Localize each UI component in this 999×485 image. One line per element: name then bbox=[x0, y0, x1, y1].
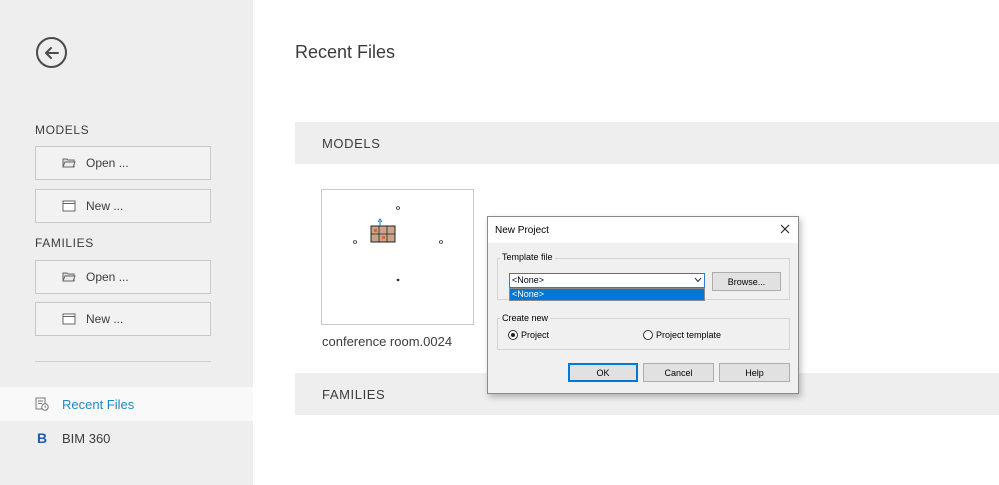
sidebar: MODELS Open ... New ... FAMILIES Open ..… bbox=[0, 0, 253, 485]
families-new-button[interactable]: New ... bbox=[35, 302, 211, 336]
radio-project-template[interactable]: Project template bbox=[643, 330, 721, 340]
sidebar-item-recent-files[interactable]: Recent Files bbox=[0, 387, 253, 421]
recent-model-name[interactable]: conference room.0024 bbox=[322, 334, 452, 349]
page-title: Recent Files bbox=[295, 42, 396, 62]
sidebar-item-label: BIM 360 bbox=[62, 430, 111, 446]
models-new-button[interactable]: New ... bbox=[35, 189, 211, 223]
close-icon[interactable] bbox=[778, 222, 792, 236]
arrow-left-icon bbox=[45, 46, 59, 59]
template-option[interactable]: <None> bbox=[510, 289, 704, 300]
cancel-button[interactable]: Cancel bbox=[643, 363, 714, 382]
recent-files-icon bbox=[35, 397, 49, 411]
radio-indicator bbox=[643, 330, 653, 340]
families-open-label: Open ... bbox=[86, 270, 129, 284]
new-file-icon bbox=[62, 200, 76, 212]
radio-indicator bbox=[508, 330, 518, 340]
models-open-label: Open ... bbox=[86, 156, 129, 170]
bim360-icon: B bbox=[36, 430, 48, 446]
dialog-titlebar[interactable]: New Project bbox=[488, 217, 798, 243]
radio-project[interactable]: Project bbox=[508, 330, 549, 340]
revit-home-screen: MODELS Open ... New ... FAMILIES Open ..… bbox=[0, 0, 999, 485]
dialog-title: New Project bbox=[495, 225, 549, 236]
model-preview-image bbox=[352, 206, 444, 282]
sidebar-item-bim360[interactable]: B BIM 360 bbox=[0, 421, 253, 455]
families-heading: FAMILIES bbox=[35, 236, 94, 250]
sidebar-divider bbox=[35, 361, 211, 362]
chevron-down-icon bbox=[694, 277, 702, 283]
models-new-label: New ... bbox=[86, 199, 124, 213]
radio-project-label: Project bbox=[521, 330, 550, 340]
families-open-button[interactable]: Open ... bbox=[35, 260, 211, 294]
template-file-select[interactable]: <None> bbox=[509, 273, 705, 288]
recent-model-thumbnail[interactable] bbox=[321, 189, 474, 325]
template-file-value: <None> bbox=[512, 275, 545, 285]
back-button[interactable] bbox=[36, 37, 67, 68]
template-dropdown-list: <None> bbox=[509, 288, 705, 301]
new-project-dialog: New Project Template file <None> <None> … bbox=[487, 216, 799, 394]
models-section-header: MODELS bbox=[295, 122, 999, 164]
browse-button[interactable]: Browse... bbox=[712, 272, 781, 291]
template-file-label: Template file bbox=[500, 252, 555, 262]
ok-button[interactable]: OK bbox=[568, 363, 638, 382]
new-file-icon bbox=[62, 313, 76, 325]
help-button[interactable]: Help bbox=[719, 363, 790, 382]
folder-open-icon bbox=[62, 157, 76, 169]
families-new-label: New ... bbox=[86, 312, 124, 326]
radio-template-label: Project template bbox=[656, 330, 722, 340]
models-heading: MODELS bbox=[35, 123, 90, 137]
models-open-button[interactable]: Open ... bbox=[35, 146, 211, 180]
sidebar-item-label: Recent Files bbox=[62, 396, 135, 412]
folder-open-icon bbox=[62, 271, 76, 283]
create-new-label: Create new bbox=[500, 313, 551, 323]
